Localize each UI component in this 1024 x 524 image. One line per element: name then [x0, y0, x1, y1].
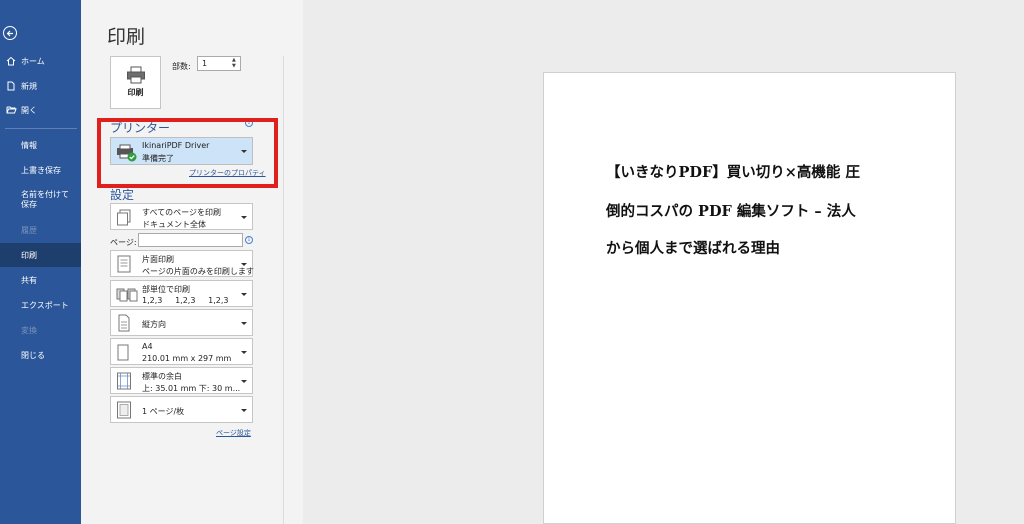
- setting-line2: 210.01 mm x 297 mm: [142, 354, 232, 363]
- nav-item-label: 変換: [21, 325, 37, 335]
- printer-icon: [126, 66, 146, 88]
- setting-line1: 縦方向: [142, 320, 166, 329]
- back-arrow-icon[interactable]: [3, 26, 17, 40]
- preview-text-line: 倒的コスパの PDF 編集ソフト – 法人: [606, 203, 856, 220]
- nav-item-transform: 変換: [0, 318, 81, 342]
- nav-item-close[interactable]: 閉じる: [0, 343, 81, 367]
- printer-properties-link[interactable]: プリンターのプロパティ: [189, 168, 266, 178]
- setting-line1: 片面印刷: [142, 255, 174, 264]
- new-document-icon: [5, 80, 17, 92]
- paper-icon: [116, 344, 130, 365]
- nav-item-info[interactable]: 情報: [0, 133, 81, 157]
- chevron-down-icon: [241, 293, 247, 296]
- home-icon: [5, 55, 17, 67]
- backstage-nav: ホーム 新規 開く 情報 上書き保存 名前を付けて保存 履歴 印刷 共有 エクス…: [0, 0, 81, 524]
- nav-item-label: 名前を付けて保存: [21, 190, 69, 209]
- nav-item-label: 情報: [21, 140, 37, 150]
- setting-line1: すべてのページを印刷: [142, 208, 221, 217]
- nav-item-share[interactable]: 共有: [0, 268, 81, 292]
- preview-text-line: から個人まで選ばれる理由: [606, 240, 780, 257]
- portrait-icon: [116, 314, 132, 336]
- chevron-down-icon: [241, 409, 247, 412]
- nav-item-save[interactable]: 上書き保存: [0, 158, 81, 182]
- collated-icon: [116, 287, 138, 306]
- nav-item-open[interactable]: 開く: [0, 98, 81, 122]
- setting-line2: ページの片面のみを印刷します: [142, 267, 254, 276]
- margins-select[interactable]: 標準の余白 上: 35.01 mm 下: 30 m...: [110, 367, 253, 394]
- copies-label: 部数:: [172, 62, 191, 71]
- nav-item-export[interactable]: エクスポート: [0, 293, 81, 317]
- setting-line2: ドキュメント全体: [142, 220, 206, 229]
- preview-text-line: 【いきなりPDF】買い切り×高機能 圧: [606, 164, 860, 181]
- nav-item-label: 履歴: [21, 225, 37, 235]
- nav-item-label: 開く: [21, 105, 37, 115]
- nav-divider: [5, 128, 77, 129]
- folder-open-icon: [5, 104, 17, 116]
- pages-icon: [116, 209, 132, 230]
- copies-spinner[interactable]: ▲ ▼: [232, 57, 236, 69]
- nav-item-label: 閉じる: [21, 350, 45, 360]
- setting-line2: 上: 35.01 mm 下: 30 m...: [142, 384, 241, 393]
- info-icon[interactable]: i: [245, 236, 253, 244]
- nav-item-label: 上書き保存: [21, 165, 61, 175]
- chevron-down-icon: [241, 322, 247, 325]
- setting-line1: 標準の余白: [142, 372, 182, 381]
- chevron-down-icon: [241, 351, 247, 354]
- pages-input[interactable]: [138, 233, 243, 247]
- setting-line1: 部単位で印刷: [142, 285, 190, 294]
- nav-item-history: 履歴: [0, 218, 81, 242]
- pages-per-sheet-icon: [116, 401, 132, 423]
- collate-select[interactable]: 部単位で印刷 1,2,3 1,2,3 1,2,3: [110, 280, 253, 307]
- nav-item-home[interactable]: ホーム: [0, 49, 81, 73]
- settings-section-title: 設定: [110, 188, 135, 202]
- chevron-down-icon: [241, 263, 247, 266]
- margins-icon: [116, 372, 132, 394]
- nav-item-label: 印刷: [21, 250, 37, 260]
- pages-label: ページ:: [110, 238, 137, 247]
- nav-item-save-as[interactable]: 名前を付けて保存: [0, 190, 76, 216]
- pages-per-sheet-select[interactable]: 1 ページ/枚: [110, 396, 253, 423]
- setting-line1: 1 ページ/枚: [142, 407, 185, 416]
- print-button[interactable]: 印刷: [110, 56, 161, 109]
- setting-line1: A4: [142, 342, 153, 351]
- panel-divider: [283, 56, 284, 524]
- setting-line2: 1,2,3 1,2,3 1,2,3: [142, 296, 229, 305]
- chevron-down-icon: [241, 216, 247, 219]
- paper-size-select[interactable]: A4 210.01 mm x 297 mm: [110, 338, 253, 365]
- nav-item-label: 新規: [21, 81, 37, 91]
- print-button-label: 印刷: [127, 88, 144, 97]
- orientation-select[interactable]: 縦方向: [110, 309, 253, 336]
- one-sided-icon: [116, 255, 132, 277]
- page-setup-link[interactable]: ページ設定: [216, 428, 251, 438]
- page-title: 印刷: [107, 26, 146, 48]
- nav-item-print[interactable]: 印刷: [0, 243, 81, 267]
- nav-item-new[interactable]: 新規: [0, 74, 81, 98]
- print-preview-page: [543, 72, 956, 524]
- chevron-down-icon: [241, 380, 247, 383]
- duplex-select[interactable]: 片面印刷 ページの片面のみを印刷します: [110, 250, 254, 277]
- nav-item-label: エクスポート: [21, 300, 69, 310]
- nav-item-label: 共有: [21, 275, 37, 285]
- print-range-select[interactable]: すべてのページを印刷 ドキュメント全体: [110, 203, 253, 230]
- nav-item-label: ホーム: [21, 56, 45, 66]
